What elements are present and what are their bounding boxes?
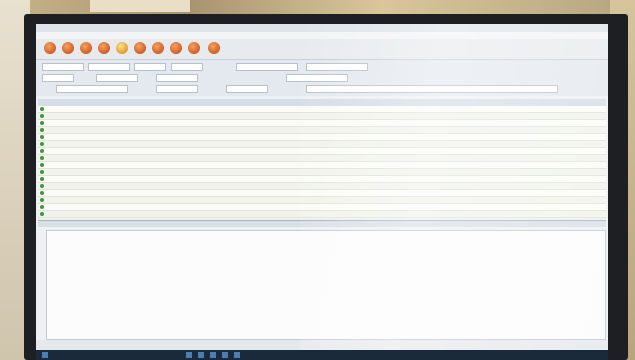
toolbar-button-6[interactable] [134, 42, 146, 54]
taskbar-app-icon[interactable] [198, 352, 204, 358]
status-icon [40, 177, 44, 181]
status-icon [40, 163, 44, 167]
filter-field-13[interactable] [226, 85, 268, 93]
taskbar-app-icon[interactable] [222, 352, 228, 358]
filter-field-1[interactable] [42, 63, 84, 71]
toolbar-button-4[interactable] [98, 42, 110, 54]
taskbar-app-icon[interactable] [186, 352, 192, 358]
filter-field-3[interactable] [134, 63, 166, 71]
filter-field-7[interactable] [42, 74, 74, 82]
filter-field-12[interactable] [156, 85, 198, 93]
screen-glare [300, 24, 608, 350]
status-icon [40, 156, 44, 160]
taskbar-app-icon[interactable] [210, 352, 216, 358]
status-icon [40, 121, 44, 125]
filter-field-2[interactable] [88, 63, 130, 71]
ceiling-light [90, 0, 190, 12]
status-icon [40, 212, 44, 216]
status-icon [40, 142, 44, 146]
filter-field-8[interactable] [96, 74, 138, 82]
status-icon [40, 128, 44, 132]
filter-field-5[interactable] [236, 63, 298, 71]
windows-taskbar [36, 350, 608, 360]
toolbar-button-3[interactable] [80, 42, 92, 54]
toolbar-button-8[interactable] [170, 42, 182, 54]
filter-field-9[interactable] [156, 74, 198, 82]
toolbar-button-5-active[interactable] [116, 42, 128, 54]
status-icon [40, 205, 44, 209]
toolbar-button-7[interactable] [152, 42, 164, 54]
toolbar-button-2[interactable] [62, 42, 74, 54]
status-icon [40, 191, 44, 195]
filter-field-4[interactable] [171, 63, 203, 71]
toolbar-button-1[interactable] [44, 42, 56, 54]
status-icon [40, 107, 44, 111]
toolbar-button-10[interactable] [208, 42, 220, 54]
status-icon [40, 135, 44, 139]
status-icon [40, 198, 44, 202]
filter-field-11[interactable] [56, 85, 128, 93]
status-icon [40, 114, 44, 118]
toolbar-button-9[interactable] [188, 42, 200, 54]
status-icon [40, 170, 44, 174]
taskbar-app-icon[interactable] [234, 352, 240, 358]
start-icon[interactable] [42, 352, 48, 358]
status-icon [40, 184, 44, 188]
status-icon [40, 149, 44, 153]
